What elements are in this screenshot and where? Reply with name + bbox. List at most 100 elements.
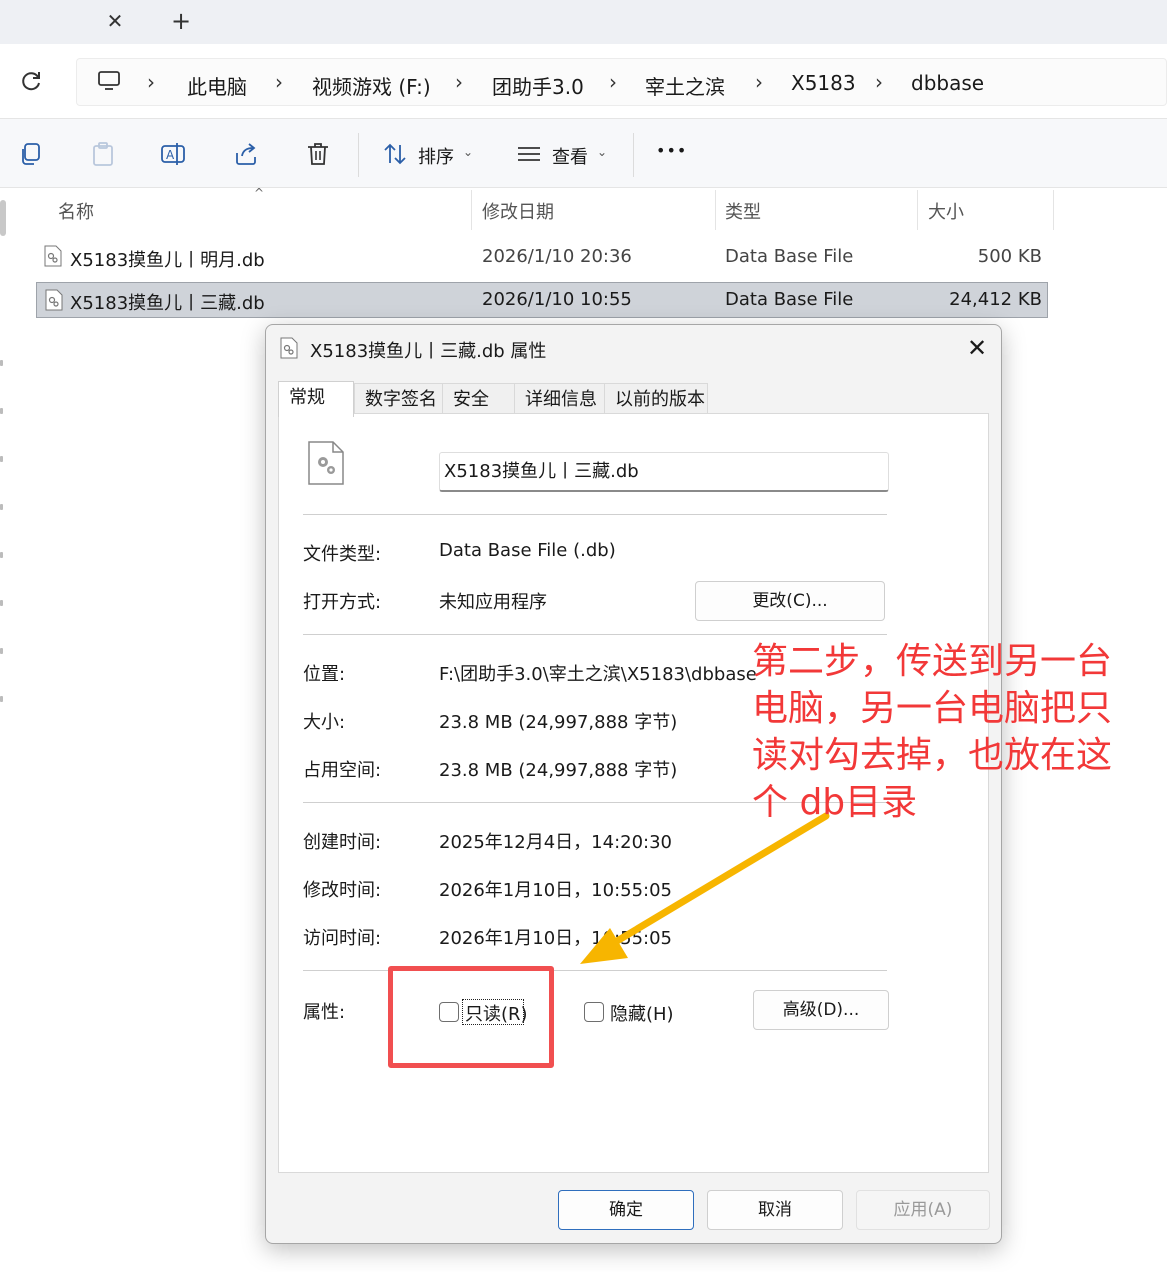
file-date: 2026/1/10 20:36 [482, 246, 632, 267]
divider [303, 514, 887, 515]
file-type: Data Base File [725, 246, 854, 267]
breadcrumb-item[interactable]: 团助手3.0 [492, 71, 584, 100]
column-divider[interactable] [917, 190, 918, 230]
file-type: Data Base File [725, 289, 854, 310]
refresh-icon[interactable] [18, 68, 44, 94]
tab-previous-versions[interactable]: 以前的版本 [604, 383, 708, 415]
dialog-title: X5183摸鱼儿丨三藏.db 属性 [310, 341, 547, 362]
apply-button[interactable]: 应用(A) [856, 1190, 990, 1230]
this-pc-icon[interactable] [97, 70, 121, 92]
location-label: 位置: [303, 664, 346, 685]
breadcrumb-item[interactable]: X5183 [791, 71, 856, 95]
file-name[interactable]: X5183摸鱼儿丨明月.db [70, 246, 265, 272]
file-type-label: 文件类型: [303, 544, 382, 565]
column-header-date[interactable]: 修改日期 [482, 198, 554, 224]
created-label: 创建时间: [303, 832, 382, 853]
file-size: 24,412 KB [949, 289, 1042, 310]
breadcrumb-item[interactable]: 宰土之滨 [645, 71, 725, 100]
cancel-button[interactable]: 取消 [707, 1190, 843, 1230]
tab-details[interactable]: 详细信息 [514, 383, 610, 415]
address-row: › 此电脑 › 视频游戏 (F:) › 团助手3.0 › 宰土之滨 › X518… [0, 44, 1167, 118]
size-on-disk-label: 占用空间: [303, 760, 382, 781]
nav-expander-icon[interactable] [0, 552, 3, 558]
column-header-size[interactable]: 大小 [928, 198, 964, 224]
nav-expander-icon[interactable] [0, 648, 3, 654]
column-divider[interactable] [471, 190, 472, 230]
column-header-type[interactable]: 类型 [725, 198, 761, 224]
db-file-icon [44, 245, 62, 267]
db-file-icon [45, 289, 63, 311]
tab-strip: ✕ + [0, 0, 1167, 44]
advanced-button[interactable]: 高级(D)... [753, 990, 889, 1030]
highlight-box-readonly [388, 966, 554, 1068]
breadcrumb-separator-icon[interactable]: › [147, 70, 155, 94]
nav-expander-icon[interactable] [0, 408, 3, 414]
navigation-pane-edge[interactable] [0, 190, 8, 1272]
change-button[interactable]: 更改(C)... [695, 581, 885, 621]
file-row-selected[interactable]: X5183摸鱼儿丨三藏.db 2026/1/10 10:55 Data Base… [36, 282, 1048, 318]
tab-security[interactable]: 安全 [442, 383, 518, 415]
rename-icon[interactable]: A [160, 141, 186, 167]
address-bar[interactable]: › 此电脑 › 视频游戏 (F:) › 团助手3.0 › 宰土之滨 › X518… [76, 58, 1167, 106]
sort-icon[interactable] [382, 141, 408, 167]
filename-input[interactable]: X5183摸鱼儿丨三藏.db [439, 452, 889, 492]
tab-digital-signatures[interactable]: 数字签名 [354, 383, 452, 415]
file-name[interactable]: X5183摸鱼儿丨三藏.db [70, 289, 265, 315]
breadcrumb-item[interactable]: 此电脑 [187, 71, 247, 100]
nav-expander-icon[interactable] [0, 360, 3, 366]
hidden-label[interactable]: 隐藏(H) [610, 1000, 674, 1026]
hidden-checkbox[interactable] [584, 1002, 604, 1022]
size-value: 23.8 MB (24,997,888 字节) [439, 712, 678, 733]
breadcrumb-separator-icon[interactable]: › [609, 70, 617, 94]
file-type-value: Data Base File (.db) [439, 540, 616, 561]
toolbar-divider [633, 133, 634, 177]
column-header-name[interactable]: 名称 [58, 198, 94, 224]
sort-ascending-icon: ^ [254, 186, 265, 200]
accessed-label: 访问时间: [303, 928, 382, 949]
sort-button[interactable]: 排序 [418, 143, 454, 169]
column-divider[interactable] [715, 190, 716, 230]
share-icon[interactable] [233, 141, 259, 167]
file-row[interactable]: X5183摸鱼儿丨明月.db 2026/1/10 20:36 Data Base… [36, 239, 1048, 275]
nav-expander-icon[interactable] [0, 504, 3, 510]
view-icon[interactable] [516, 141, 542, 167]
breadcrumb-separator-icon[interactable]: › [275, 70, 283, 94]
column-divider[interactable] [1053, 190, 1054, 230]
chevron-down-icon[interactable]: ⌄ [597, 145, 607, 159]
file-date: 2026/1/10 10:55 [482, 289, 632, 310]
chevron-down-icon[interactable]: ⌄ [463, 145, 473, 159]
tab-general[interactable]: 常规 [278, 381, 354, 417]
nav-expander-icon[interactable] [0, 456, 3, 462]
created-value: 2025年12月4日，14:20:30 [439, 832, 673, 853]
more-options-button[interactable]: ••• [656, 141, 687, 160]
file-size: 500 KB [977, 246, 1042, 267]
breadcrumb-item-current[interactable]: dbbase [911, 71, 984, 95]
location-value: F:\团助手3.0\宰土之滨\X5183\dbbase [439, 664, 757, 685]
new-tab-button[interactable]: + [166, 6, 196, 36]
breadcrumb-item[interactable]: 视频游戏 (F:) [312, 71, 431, 100]
annotation-note-line: 电脑，另一台电脑把只 [752, 688, 1113, 729]
tab-strip-background [146, 0, 1167, 44]
command-bar: A 排序 ⌄ 查看 ⌄ ••• [0, 118, 1167, 188]
modified-value: 2026年1月10日，10:55:05 [439, 880, 673, 901]
breadcrumb-separator-icon[interactable]: › [455, 70, 463, 94]
scrollbar-thumb[interactable] [0, 200, 6, 236]
breadcrumb-separator-icon[interactable]: › [755, 70, 763, 94]
annotation-note-line: 个 db目录 [752, 782, 918, 823]
nav-expander-icon[interactable] [0, 600, 3, 606]
size-label: 大小: [303, 712, 346, 733]
delete-icon[interactable] [305, 141, 331, 167]
modified-label: 修改时间: [303, 880, 382, 901]
paste-icon[interactable] [90, 141, 116, 167]
close-tab-icon[interactable]: ✕ [100, 6, 130, 36]
ok-button[interactable]: 确定 [558, 1190, 694, 1230]
view-button[interactable]: 查看 [552, 143, 588, 169]
copy-icon[interactable] [18, 141, 44, 167]
annotation-note-line: 第二步，传送到另一台 [752, 641, 1113, 682]
divider [303, 634, 887, 635]
opens-with-label: 打开方式: [303, 592, 382, 613]
breadcrumb-separator-icon[interactable]: › [875, 70, 883, 94]
accessed-value: 2026年1月10日，10:55:05 [439, 928, 673, 949]
close-icon[interactable]: ✕ [962, 333, 992, 363]
nav-expander-icon[interactable] [0, 696, 3, 702]
